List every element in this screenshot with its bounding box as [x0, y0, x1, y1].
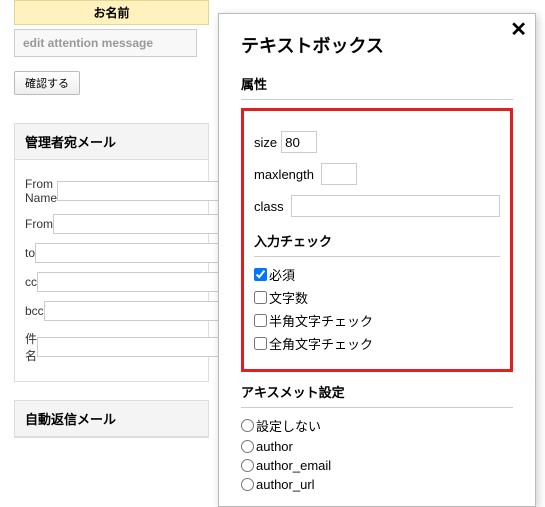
from-name-input[interactable] [57, 181, 242, 201]
subject-input[interactable] [37, 337, 222, 357]
bcc-input[interactable] [44, 301, 229, 321]
auto-reply-title: 自動返信メール [15, 401, 208, 437]
charcount-checkbox[interactable] [254, 291, 267, 304]
hankaku-label: 半角文字チェック [269, 311, 373, 330]
cc-input[interactable] [37, 272, 222, 292]
akismet-url-label: author_url [256, 477, 315, 492]
divider [241, 407, 513, 408]
cc-label: cc [25, 275, 37, 289]
from-input[interactable] [53, 214, 238, 234]
akismet-url-radio[interactable] [241, 478, 254, 491]
from-label: From [25, 217, 53, 231]
class-label: class [254, 199, 284, 214]
size-label: size [254, 135, 277, 150]
akismet-none-label: 設定しない [256, 416, 321, 435]
size-input[interactable] [281, 131, 317, 153]
akismet-email-label: author_email [256, 458, 331, 473]
attributes-title: 属性 [241, 74, 513, 93]
maxlength-label: maxlength [254, 167, 314, 182]
akismet-title: アキスメット設定 [241, 382, 513, 401]
confirm-button[interactable]: 確認する [14, 71, 80, 95]
akismet-email-radio[interactable] [241, 459, 254, 472]
divider [241, 99, 513, 100]
from-name-label: From Name [25, 177, 57, 205]
bcc-label: bcc [25, 304, 44, 318]
required-checkbox[interactable] [254, 268, 267, 281]
close-icon[interactable]: ✕ [510, 20, 527, 40]
to-label: to [25, 246, 35, 260]
validation-title: 入力チェック [254, 231, 500, 250]
textbox-settings-modal: ✕ テキストボックス 属性 size maxlength class 入力チェッ… [218, 13, 536, 507]
akismet-author-label: author [256, 439, 293, 454]
charcount-label: 文字数 [269, 288, 308, 307]
divider [254, 256, 500, 257]
to-input[interactable] [35, 243, 220, 263]
zenkaku-checkbox[interactable] [254, 337, 267, 350]
admin-mail-title: 管理者宛メール [15, 124, 208, 160]
required-label: 必須 [269, 265, 295, 284]
subject-label: 件名 [25, 330, 37, 364]
highlighted-settings: size maxlength class 入力チェック 必須 文字数 半角文字チ… [241, 108, 513, 372]
maxlength-input[interactable] [321, 163, 357, 185]
modal-title: テキストボックス [241, 28, 513, 58]
akismet-author-radio[interactable] [241, 440, 254, 453]
akismet-none-radio[interactable] [241, 419, 254, 432]
class-input[interactable] [291, 195, 500, 217]
hankaku-checkbox[interactable] [254, 314, 267, 327]
admin-mail-panel: 管理者宛メール From Name From to cc bcc [14, 123, 209, 382]
auto-reply-panel: 自動返信メール [14, 400, 209, 438]
zenkaku-label: 全角文字チェック [269, 334, 373, 353]
attention-banner[interactable]: edit attention message [14, 29, 197, 57]
name-header: お名前 [14, 0, 209, 25]
